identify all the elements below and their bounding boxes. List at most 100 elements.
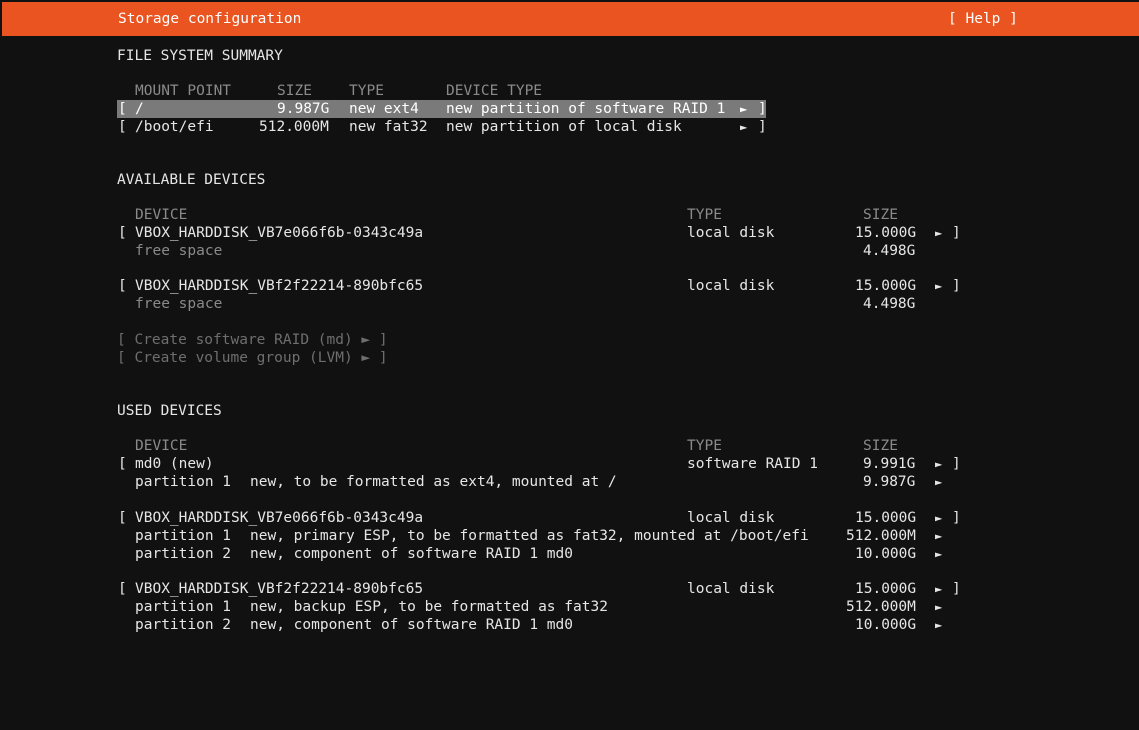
close-bracket: ] [952, 278, 961, 294]
arrow-right-icon: ► [935, 582, 943, 596]
used-device-row[interactable]: [ VBOX_HARDDISK_VBf2f22214-890bfc65 loca… [117, 580, 967, 598]
fs-summary-header: MOUNT POINT SIZE TYPE DEVICE TYPE [117, 82, 817, 100]
partition-desc: new, component of software RAID 1 md0 [250, 546, 574, 562]
arrow-right-icon: ► [935, 547, 943, 561]
partition-label: partition 2 [135, 617, 232, 633]
device-type: local disk [687, 510, 775, 526]
size: 9.987G [277, 101, 330, 117]
page-title: Storage configuration [118, 11, 302, 27]
device-type: software RAID 1 [687, 456, 818, 472]
arrow-right-icon: ► [935, 600, 943, 614]
partition-desc: new, backup ESP, to be formatted as fat3… [250, 599, 608, 615]
fs-row-root[interactable]: [ / 9.987G new ext4 new partition of sof… [117, 100, 767, 118]
available-devices-heading: AVAILABLE DEVICES [117, 172, 266, 188]
arrow-right-icon: ► [935, 457, 943, 471]
device-name: VBOX_HARDDISK_VBf2f22214-890bfc65 [135, 278, 424, 294]
open-bracket: [ [118, 581, 127, 597]
arrow-right-icon: ► [935, 279, 943, 293]
col-device: DEVICE [135, 207, 188, 223]
open-bracket: [ [118, 225, 127, 241]
close-bracket: ] [758, 119, 767, 135]
available-device-row[interactable]: [ VBOX_HARDDISK_VBf2f22214-890bfc65 loca… [117, 277, 967, 295]
available-device-row[interactable]: [ VBOX_HARDDISK_VB7e066f6b-0343c49a loca… [117, 224, 967, 242]
fs-summary-heading: FILE SYSTEM SUMMARY [117, 48, 283, 64]
used-device-row[interactable]: [ VBOX_HARDDISK_VB7e066f6b-0343c49a loca… [117, 509, 967, 527]
mount-point: / [135, 101, 144, 117]
partition-desc: new, primary ESP, to be formatted as fat… [250, 528, 809, 544]
arrow-right-icon: ► [935, 529, 943, 543]
partition-row[interactable]: partition 1 new, backup ESP, to be forma… [117, 598, 967, 616]
used-devices-heading: USED DEVICES [117, 403, 222, 419]
partition-size: 512.000M [846, 599, 916, 615]
free-space-size: 4.498G [863, 296, 916, 312]
partition-row[interactable]: partition 1 new, to be formatted as ext4… [117, 473, 967, 491]
partition-desc: new, to be formatted as ext4, mounted at… [250, 474, 617, 490]
partition-size: 9.987G [863, 474, 916, 490]
partition-size: 10.000G [855, 617, 917, 633]
free-space-size: 4.498G [863, 243, 916, 259]
close-bracket: ] [952, 510, 961, 526]
used-device-row[interactable]: [ md0 (new) software RAID 1 9.991G ► ] [117, 455, 967, 473]
device-type: local disk [687, 225, 775, 241]
arrow-right-icon: ► [935, 511, 943, 525]
open-bracket: [ [118, 101, 127, 117]
device-size: 15.000G [855, 581, 917, 597]
arrow-right-icon: ► [935, 475, 943, 489]
partition-size: 512.000M [846, 528, 916, 544]
device-type: local disk [687, 278, 775, 294]
free-space-row: free space 4.498G [117, 295, 967, 313]
col-size: SIZE [277, 83, 312, 99]
create-raid-button[interactable]: [ Create software RAID (md) ► ] [117, 331, 388, 349]
open-bracket: [ [118, 456, 127, 472]
device-type: new partition of software RAID 1 [446, 101, 726, 117]
available-header: DEVICE TYPE SIZE [117, 206, 967, 224]
open-bracket: [ [118, 278, 127, 294]
size: 512.000M [259, 119, 329, 135]
col-mount-point: MOUNT POINT [135, 83, 232, 99]
free-space-label: free space [135, 296, 223, 312]
partition-label: partition 1 [135, 599, 232, 615]
col-device: DEVICE [135, 438, 188, 454]
col-device-type: DEVICE TYPE [446, 83, 543, 99]
device-type: new partition of local disk [446, 119, 682, 135]
device-name: md0 (new) [135, 456, 214, 472]
open-bracket: [ [118, 119, 127, 135]
partition-row[interactable]: partition 2 new, component of software R… [117, 616, 967, 634]
partition-row[interactable]: partition 1 new, primary ESP, to be form… [117, 527, 967, 545]
arrow-right-icon: ► [740, 102, 748, 116]
close-bracket: ] [952, 456, 961, 472]
used-header: DEVICE TYPE SIZE [117, 437, 967, 455]
arrow-right-icon: ► [740, 120, 748, 134]
close-bracket: ] [952, 225, 961, 241]
device-name: VBOX_HARDDISK_VB7e066f6b-0343c49a [135, 225, 424, 241]
device-name: VBOX_HARDDISK_VB7e066f6b-0343c49a [135, 510, 424, 526]
open-bracket: [ [118, 510, 127, 526]
partition-row[interactable]: partition 2 new, component of software R… [117, 545, 967, 563]
col-type: TYPE [687, 438, 722, 454]
device-size: 15.000G [855, 225, 917, 241]
type: new ext4 [349, 101, 419, 117]
mount-point: /boot/efi [135, 119, 214, 135]
close-bracket: ] [952, 581, 961, 597]
create-lvm-button[interactable]: [ Create volume group (LVM) ► ] [117, 349, 388, 367]
arrow-right-icon: ► [935, 618, 943, 632]
col-size: SIZE [863, 438, 898, 454]
device-size: 15.000G [855, 278, 917, 294]
close-bracket: ] [758, 101, 767, 117]
device-size: 9.991G [863, 456, 916, 472]
col-type: TYPE [687, 207, 722, 223]
partition-desc: new, component of software RAID 1 md0 [250, 617, 574, 633]
partition-label: partition 1 [135, 474, 232, 490]
free-space-row: free space 4.498G [117, 242, 967, 260]
arrow-right-icon: ► [935, 226, 943, 240]
fs-row-boot-efi[interactable]: [ /boot/efi 512.000M new fat32 new parti… [117, 118, 767, 136]
free-space-label: free space [135, 243, 223, 259]
col-type: TYPE [349, 83, 384, 99]
device-type: local disk [687, 581, 775, 597]
col-size: SIZE [863, 207, 898, 223]
device-name: VBOX_HARDDISK_VBf2f22214-890bfc65 [135, 581, 424, 597]
help-button[interactable]: [ Help ] [948, 11, 1018, 27]
title-bar: Storage configuration [ Help ] [2, 2, 1139, 36]
device-size: 15.000G [855, 510, 917, 526]
type: new fat32 [349, 119, 428, 135]
